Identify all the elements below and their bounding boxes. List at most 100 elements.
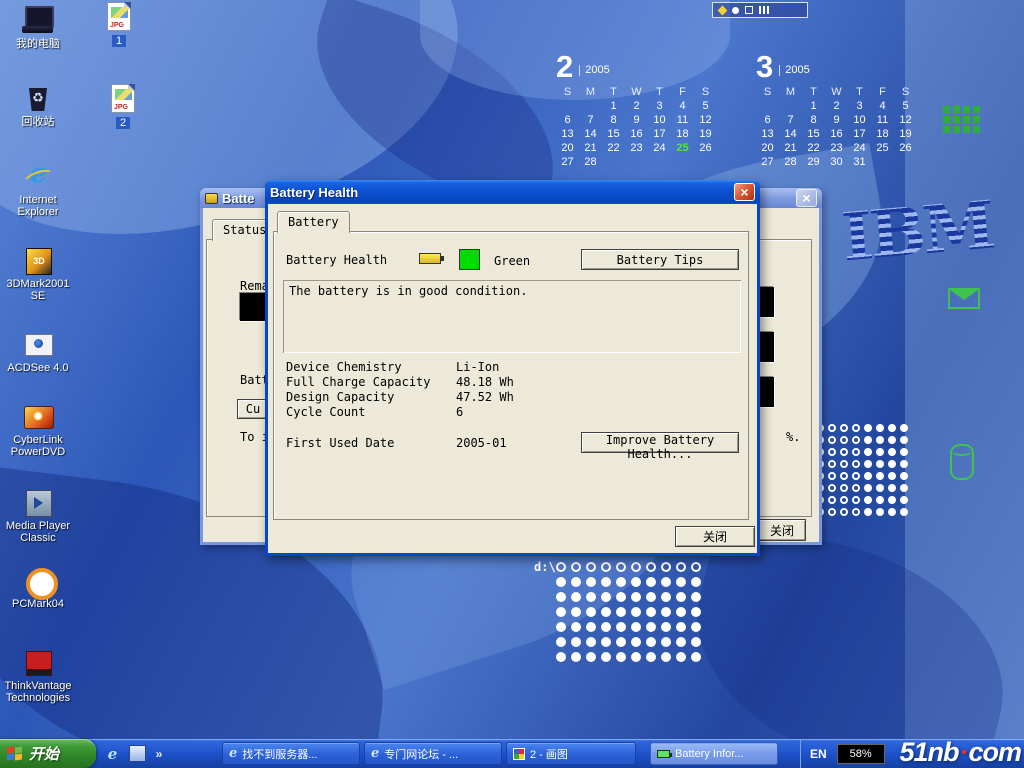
start-button[interactable]: 开始	[0, 739, 96, 768]
quicklaunch-ie-icon[interactable]	[104, 745, 121, 762]
wallpaper-dot	[556, 607, 566, 617]
calendar-grid-icon	[943, 106, 981, 134]
wallpaper-dot	[852, 448, 860, 456]
calendar-cell: S	[756, 86, 779, 100]
desktop-icon-media-player-classic[interactable]: Media Player Classic	[1, 488, 75, 544]
wallpaper-dot	[556, 592, 566, 602]
battery-meter[interactable]: 58%	[837, 744, 885, 764]
wallpaper-dot	[888, 496, 896, 504]
wallpaper-dot	[586, 652, 596, 662]
desktop-icon-3dmark2001[interactable]: 3DMark2001 SE	[1, 246, 75, 302]
field-row: Device Chemistry Li-Ion	[286, 360, 726, 375]
desktop-icon-thinkvantage[interactable]: ThinkVantage Technologies	[1, 648, 75, 704]
calendar-cell: 24	[848, 142, 871, 156]
field-row: Full Charge Capacity 48.18 Wh	[286, 375, 726, 390]
task-label: 专门网论坛 - ...	[384, 746, 458, 762]
desktop-icon-label: Internet Explorer	[1, 194, 75, 218]
calendar-cell: F	[671, 86, 694, 100]
jpg-file-icon: JPG	[111, 84, 135, 113]
wallpaper-dot	[661, 562, 671, 572]
calendar-cell: 22	[602, 142, 625, 156]
wallpaper-dot	[691, 577, 701, 587]
desktop-icon-acdsee[interactable]: ACDSee 4.0	[1, 330, 75, 374]
language-indicator[interactable]: EN	[810, 747, 827, 761]
file-icon-jpg-1[interactable]: JPG 1	[96, 2, 142, 49]
desktop-icon-label: ThinkVantage Technologies	[1, 680, 75, 704]
battery-health-dialog[interactable]: Battery Health Battery Battery Health Gr…	[265, 180, 760, 556]
calendar-cell: 31	[848, 156, 871, 170]
field-label: Device Chemistry	[286, 360, 402, 374]
task-button-server-not-found[interactable]: 找不到服务器...	[222, 742, 360, 765]
wallpaper-dot	[616, 592, 626, 602]
battery-info-close-button[interactable]	[796, 189, 817, 207]
battery-tips-button[interactable]: Battery Tips	[581, 249, 739, 270]
desktop-icon-my-computer[interactable]: 我的电脑	[1, 6, 75, 50]
battery-info-close-bottom-button[interactable]: 关闭	[758, 519, 806, 541]
wallpaper-dot-grid-right	[816, 424, 912, 520]
wallpaper-dot	[661, 637, 671, 647]
desktop-icon-label: 回收站	[1, 116, 75, 128]
condition-text-box: The battery is in good condition.	[283, 280, 741, 353]
wallpaper-dot	[631, 622, 641, 632]
quicklaunch-show-desktop-icon[interactable]	[129, 745, 146, 762]
wallpaper-dot	[631, 562, 641, 572]
wallpaper-dot	[876, 460, 884, 468]
wallpaper-dot	[852, 496, 860, 504]
wallpaper-dot	[676, 577, 686, 587]
task-button-paint[interactable]: 2 - 画图	[506, 742, 636, 765]
desktop-icon-label: Media Player Classic	[1, 520, 75, 544]
battery-health-body: Battery Battery Health Green Battery Tip…	[265, 204, 760, 556]
desktop-icon-powerdvd[interactable]: CyberLink PowerDVD	[1, 402, 75, 458]
calendar-cell: 17	[648, 128, 671, 142]
wallpaper-dot	[571, 607, 581, 617]
watermark-text: com	[968, 737, 1021, 767]
calendar-month-number: 2	[556, 52, 573, 82]
wallpaper-dot	[646, 652, 656, 662]
wallpaper-dot	[852, 472, 860, 480]
calendar-cell: 4	[871, 100, 894, 114]
wallpaper-dot-grid-bottom	[556, 562, 706, 667]
wallpaper-dot	[631, 637, 641, 647]
calendar-cell	[779, 100, 802, 114]
calendar-cell: 10	[648, 114, 671, 128]
calendar-cell: 14	[779, 128, 802, 142]
desktop-icon-internet-explorer[interactable]: Internet Explorer	[1, 162, 75, 218]
wallpaper-dot	[828, 484, 836, 492]
thinkvantage-icon	[21, 648, 55, 678]
calendar-cell: 16	[625, 128, 648, 142]
wallpaper-dot	[876, 424, 884, 432]
field-value: 6	[456, 405, 463, 419]
wallpaper-dot	[616, 622, 626, 632]
indicator-square-icon	[745, 6, 753, 14]
wallpaper-dot	[586, 637, 596, 647]
desktop-icon-recycle-bin[interactable]: 回收站	[1, 84, 75, 128]
battery-health-close-button[interactable]	[734, 183, 755, 201]
wallpaper-dot	[888, 460, 896, 468]
calendar-cell: 20	[756, 142, 779, 156]
percent-fragment: %.	[786, 430, 800, 444]
calendar-cell	[756, 100, 779, 114]
calendar-cell: 7	[579, 114, 602, 128]
desktop-icon-pcmark04[interactable]: PCMark04	[1, 566, 75, 610]
task-label: 找不到服务器...	[242, 746, 317, 762]
wallpaper-dot	[661, 592, 671, 602]
task-button-forum[interactable]: 专门网论坛 - ...	[364, 742, 502, 765]
wallpaper-dot	[646, 592, 656, 602]
file-icon-jpg-2[interactable]: JPG 2	[100, 84, 146, 131]
calendar-cell: 26	[894, 142, 917, 156]
wallpaper-dot	[840, 484, 848, 492]
battery-info-window-icon	[205, 193, 218, 204]
improve-battery-health-button[interactable]: Improve Battery Health...	[581, 432, 739, 453]
tab-battery[interactable]: Battery	[277, 211, 350, 233]
quicklaunch-overflow-chevron-icon[interactable]	[154, 745, 164, 762]
calendar-month-number: 3	[756, 52, 773, 82]
battery-health-titlebar[interactable]: Battery Health	[265, 180, 760, 204]
calendar-cell: 15	[802, 128, 825, 142]
wallpaper-dot	[616, 562, 626, 572]
battery-info-window-title: Batte	[222, 191, 255, 206]
taskbar: 开始 找不到服务器... 专门网论坛 - ... 2 - 画图 Battery …	[0, 739, 1024, 768]
task-button-battery-information[interactable]: Battery Infor...	[650, 742, 778, 765]
dialog-close-button[interactable]: 关闭	[675, 526, 755, 547]
wallpaper-dot	[556, 577, 566, 587]
wallpaper-dot	[646, 637, 656, 647]
